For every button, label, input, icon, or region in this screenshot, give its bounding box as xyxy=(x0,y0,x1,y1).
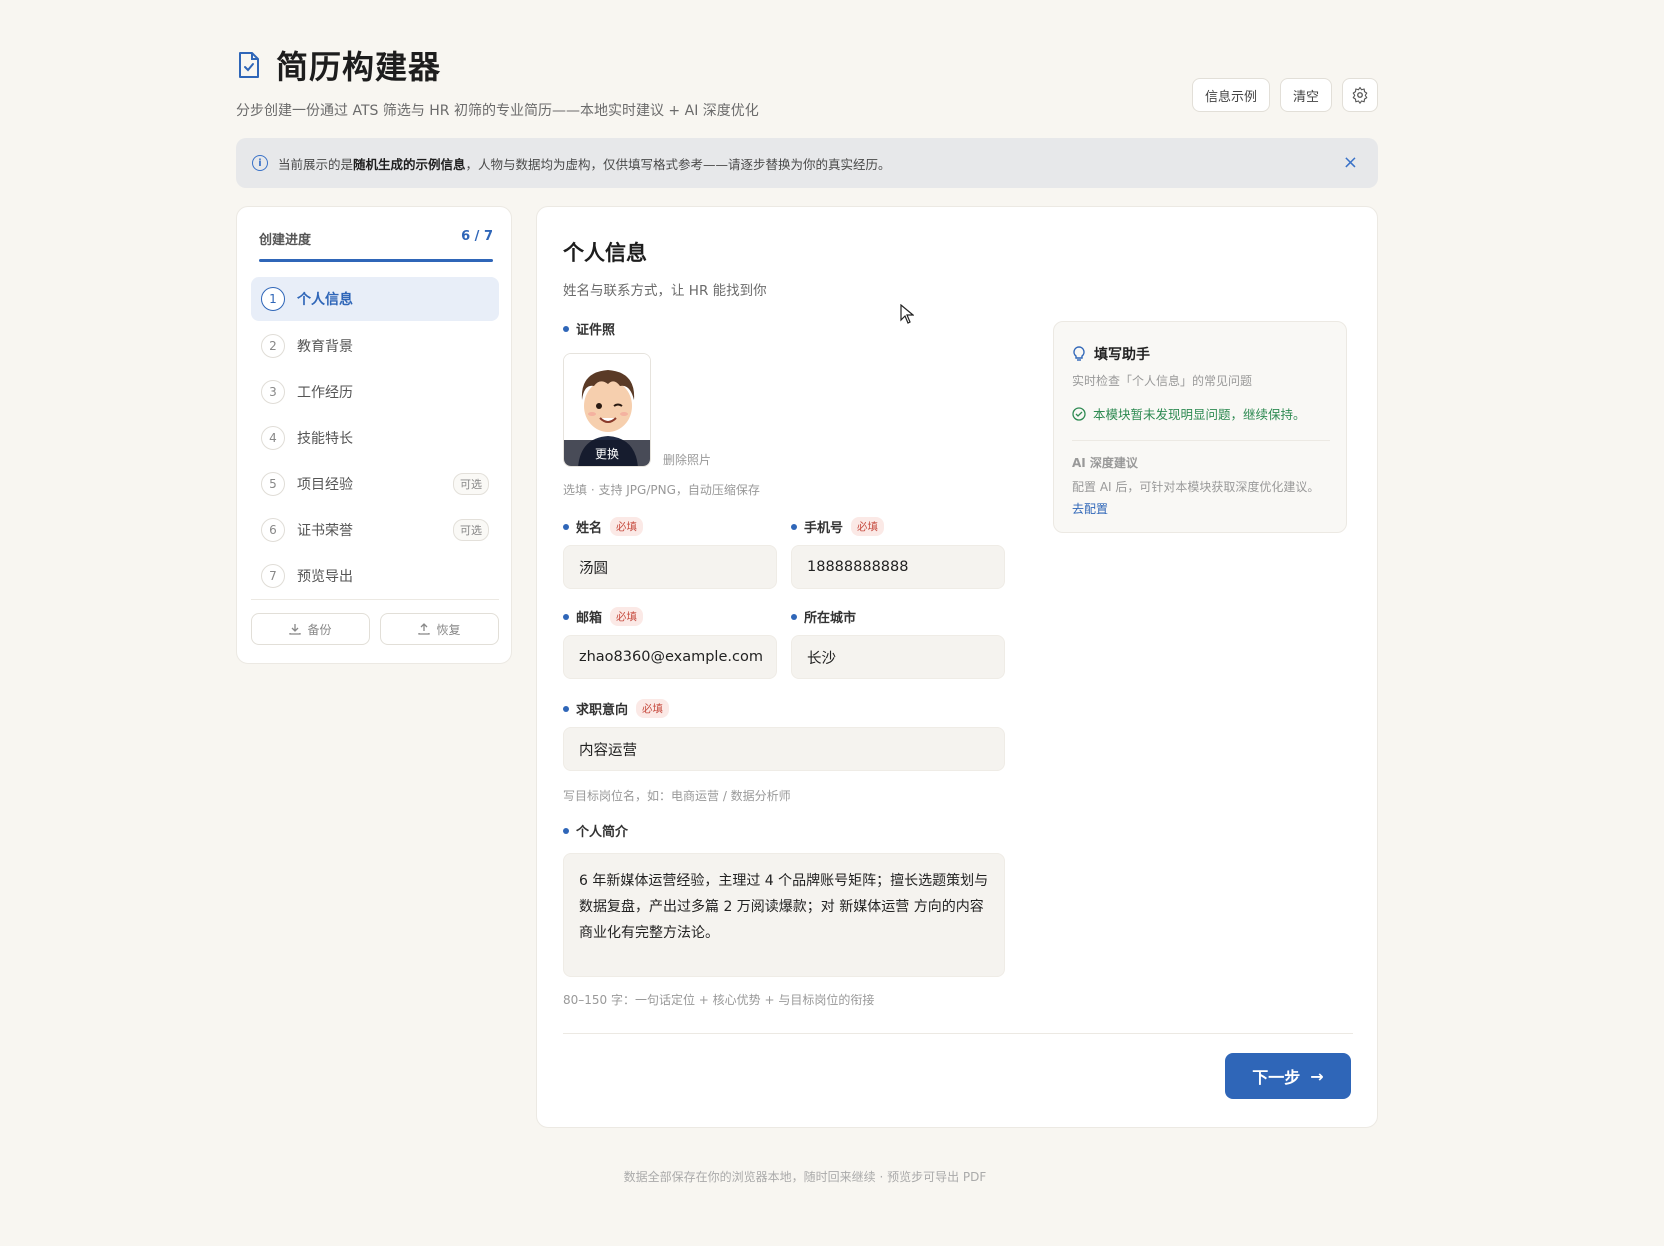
gear-icon xyxy=(1352,86,1368,104)
city-field[interactable]: 长沙 xyxy=(791,635,1005,679)
ai-text: 配置 AI 后，可针对本模块获取深度优化建议。去配置 xyxy=(1072,480,1320,516)
configure-ai-link[interactable]: 去配置 xyxy=(1072,502,1108,516)
section-subtitle: 姓名与联系方式，让 HR 能找到你 xyxy=(563,283,767,299)
mouse-cursor-icon xyxy=(900,304,914,324)
step-education[interactable]: 2 教育背景 xyxy=(251,323,499,369)
step-work-experience[interactable]: 3 工作经历 xyxy=(251,369,499,415)
intent-hint: 写目标岗位名，如：电商运营 / 数据分析师 xyxy=(563,789,791,803)
arrow-right-icon: → xyxy=(1310,1066,1324,1086)
name-field[interactable]: 汤圆 xyxy=(563,545,777,589)
bio-label: 个人简介 xyxy=(563,821,628,840)
footer-text: 数据全部保存在你的浏览器本地，随时回来继续 · 预览步可导出 PDF xyxy=(623,1170,987,1184)
city-label: 所在城市 xyxy=(791,607,856,626)
email-field[interactable]: zhao8360@example.com xyxy=(563,635,777,679)
app-title: 简历构建器 xyxy=(276,48,442,86)
progress-bar xyxy=(259,259,493,262)
optional-badge: 可选 xyxy=(453,519,489,541)
clear-button[interactable]: 清空 xyxy=(1279,78,1332,112)
helper-status: 本模块暂未发现明显问题，继续保持。 xyxy=(1072,404,1306,423)
section-title: 个人信息 xyxy=(563,241,647,265)
check-circle-icon xyxy=(1072,406,1086,421)
next-button[interactable]: 下一步 → xyxy=(1225,1053,1351,1099)
progress-label: 创建进度 xyxy=(259,233,312,248)
step-certificates[interactable]: 6 证书荣誉 可选 xyxy=(251,507,499,553)
photo-label: 证件照 xyxy=(563,319,615,338)
name-label: 姓名 必填 xyxy=(563,517,644,536)
bio-hint: 80–150 字：一句话定位 + 核心优势 + 与目标岗位的衔接 xyxy=(563,993,875,1007)
delete-photo-link[interactable]: 删除照片 xyxy=(663,451,711,468)
step-skills[interactable]: 4 技能特长 xyxy=(251,415,499,461)
phone-field[interactable]: 18888888888 xyxy=(791,545,1005,589)
avatar[interactable]: 更换 xyxy=(563,353,651,467)
step-personal-info[interactable]: 1 个人信息 xyxy=(251,277,499,321)
example-button[interactable]: 信息示例 xyxy=(1191,78,1270,112)
close-icon[interactable]: × xyxy=(1343,152,1358,173)
backup-button[interactable]: 备份 xyxy=(251,613,370,645)
download-icon xyxy=(289,624,302,635)
bio-textarea[interactable]: 6 年新媒体运营经验，主理过 4 个品牌账号矩阵；擅长选题策划与数据复盘，产出过… xyxy=(563,853,1005,977)
change-photo-button[interactable]: 更换 xyxy=(564,440,650,466)
settings-button[interactable] xyxy=(1342,78,1378,112)
divider xyxy=(1072,440,1330,441)
notice-text: 当前展示的是随机生成的示例信息，人物与数据均为虚构，仅供填写格式参考——请逐步替… xyxy=(278,156,891,172)
info-icon: i xyxy=(252,155,268,171)
demo-notice: i 当前展示的是随机生成的示例信息，人物与数据均为虚构，仅供填写格式参考——请逐… xyxy=(236,138,1378,188)
email-label: 邮箱 必填 xyxy=(563,607,644,626)
intent-label: 求职意向 必填 xyxy=(563,699,670,718)
divider xyxy=(563,1033,1353,1034)
progress-sidebar: 创建进度 6 / 7 1 个人信息 2 教育背景 3 工作经历 4 技能特长 5 xyxy=(236,206,512,664)
page-header: 简历构建器 分步创建一份通过 ATS 筛选与 HR 初筛的专业简历——本地实时建… xyxy=(236,42,1378,122)
upload-icon xyxy=(418,623,431,635)
restore-button[interactable]: 恢复 xyxy=(380,613,499,645)
optional-badge: 可选 xyxy=(453,473,489,495)
progress-count: 6 / 7 xyxy=(461,229,493,244)
intent-field[interactable]: 内容运营 xyxy=(563,727,1005,771)
helper-panel: 填写助手 实时检查「个人信息」的常见问题 本模块暂未发现明显问题，继续保持。 A… xyxy=(1053,321,1347,533)
ai-title: AI 深度建议 xyxy=(1072,456,1138,470)
divider xyxy=(251,599,499,600)
personal-info-form: 个人信息 姓名与联系方式，让 HR 能找到你 证件照 更换 删除照片 选填 · … xyxy=(536,206,1378,1128)
helper-title: 填写助手 xyxy=(1072,344,1150,364)
lightbulb-icon xyxy=(1073,346,1085,361)
phone-label: 手机号 必填 xyxy=(791,517,885,536)
document-check-icon xyxy=(239,52,259,78)
photo-hint: 选填 · 支持 JPG/PNG，自动压缩保存 xyxy=(563,483,760,497)
step-preview-export[interactable]: 7 预览导出 xyxy=(251,553,499,599)
step-projects[interactable]: 5 项目经验 可选 xyxy=(251,461,499,507)
helper-subtitle: 实时检查「个人信息」的常见问题 xyxy=(1072,374,1253,388)
